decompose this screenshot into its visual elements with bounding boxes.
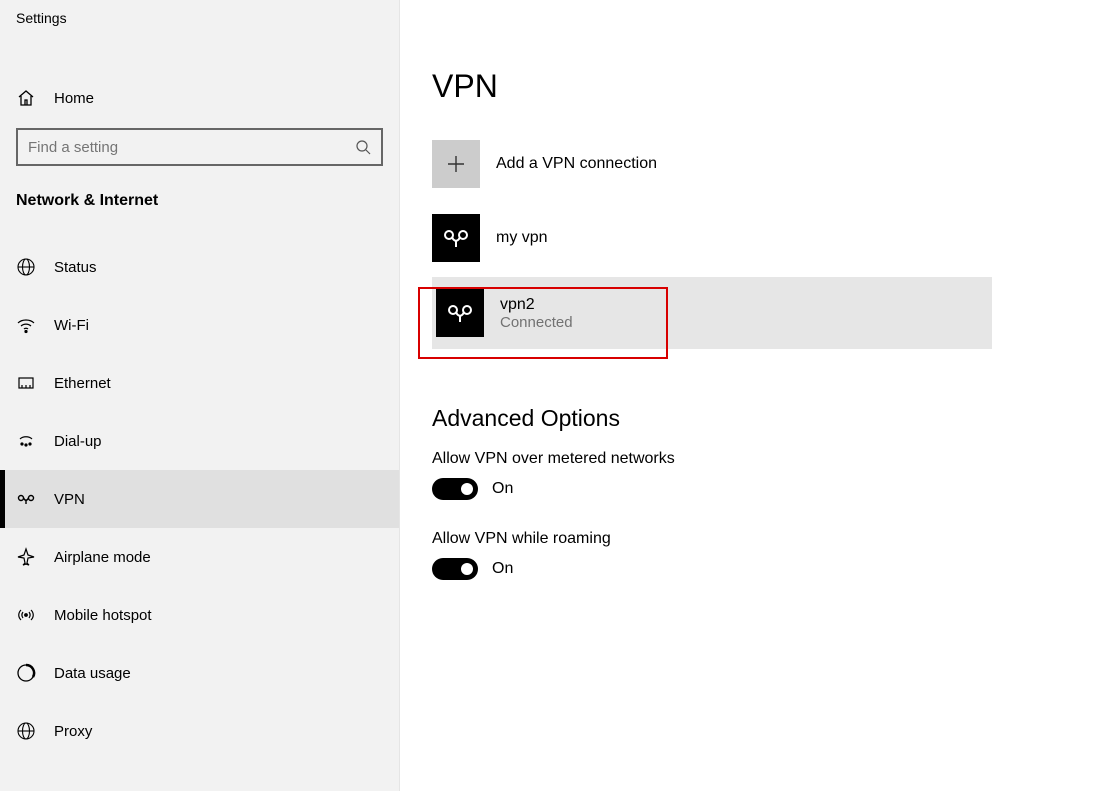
wifi-icon: [16, 315, 48, 335]
sidebar-item-wifi[interactable]: Wi-Fi: [0, 296, 399, 354]
sidebar-item-status[interactable]: Status: [0, 238, 399, 296]
home-label: Home: [54, 90, 94, 107]
hotspot-icon: [16, 605, 48, 625]
sidebar-item-label: VPN: [54, 491, 85, 508]
page-title: VPN: [432, 68, 1064, 105]
sidebar-item-label: Airplane mode: [54, 549, 151, 566]
toggle-state: On: [492, 560, 513, 578]
airplane-icon: [16, 547, 48, 567]
sidebar-item-proxy[interactable]: Proxy: [0, 702, 399, 760]
sidebar-item-label: Mobile hotspot: [54, 607, 152, 624]
sidebar-item-label: Proxy: [54, 723, 92, 740]
sidebar-item-airplane[interactable]: Airplane mode: [0, 528, 399, 586]
vpn-connection-icon: [436, 289, 484, 337]
sidebar: Settings Home Network & Internet: [0, 0, 400, 791]
sidebar-item-datausage[interactable]: Data usage: [0, 644, 399, 702]
option-label: Allow VPN while roaming: [432, 530, 1064, 548]
vpn-connection-item-selected[interactable]: vpn2 Connected: [432, 277, 992, 349]
add-vpn-label: Add a VPN connection: [496, 155, 657, 173]
home-icon: [16, 88, 48, 108]
datausage-icon: [16, 663, 48, 683]
search-container: [16, 128, 383, 166]
search-icon: [355, 139, 371, 155]
sidebar-item-vpn[interactable]: VPN: [0, 470, 399, 528]
sidebar-item-dialup[interactable]: Dial-up: [0, 412, 399, 470]
sidebar-item-label: Data usage: [54, 665, 131, 682]
toggle-metered[interactable]: [432, 478, 478, 500]
dialup-icon: [16, 431, 48, 451]
home-nav[interactable]: Home: [0, 76, 399, 120]
toggle-roaming[interactable]: [432, 558, 478, 580]
sidebar-item-label: Dial-up: [54, 433, 102, 450]
sidebar-item-label: Wi-Fi: [54, 317, 89, 334]
vpn-connection-name: my vpn: [496, 229, 548, 247]
vpn-connection-status: Connected: [500, 314, 573, 331]
vpn-connection-item[interactable]: my vpn: [432, 213, 1064, 263]
ethernet-icon: [16, 373, 48, 393]
vpn-connection-name: vpn2: [500, 296, 573, 314]
add-vpn-button[interactable]: Add a VPN connection: [432, 139, 1064, 189]
option-roaming: Allow VPN while roaming On: [432, 530, 1064, 580]
vpn-icon: [16, 489, 48, 509]
status-icon: [16, 257, 48, 277]
main-panel: VPN Add a VPN connection my vpn: [400, 0, 1096, 791]
option-label: Allow VPN over metered networks: [432, 450, 1064, 468]
window-title: Settings: [0, 0, 399, 34]
option-metered: Allow VPN over metered networks On: [432, 450, 1064, 500]
sidebar-nav-list: Status Wi-Fi Ethernet: [0, 238, 399, 760]
advanced-options-heading: Advanced Options: [432, 405, 1064, 432]
plus-icon: [432, 140, 480, 188]
sidebar-section-title: Network & Internet: [0, 166, 399, 220]
sidebar-item-label: Ethernet: [54, 375, 111, 392]
sidebar-item-hotspot[interactable]: Mobile hotspot: [0, 586, 399, 644]
sidebar-item-ethernet[interactable]: Ethernet: [0, 354, 399, 412]
proxy-icon: [16, 721, 48, 741]
toggle-state: On: [492, 480, 513, 498]
search-input[interactable]: [16, 128, 383, 166]
sidebar-item-label: Status: [54, 259, 97, 276]
vpn-connection-icon: [432, 214, 480, 262]
